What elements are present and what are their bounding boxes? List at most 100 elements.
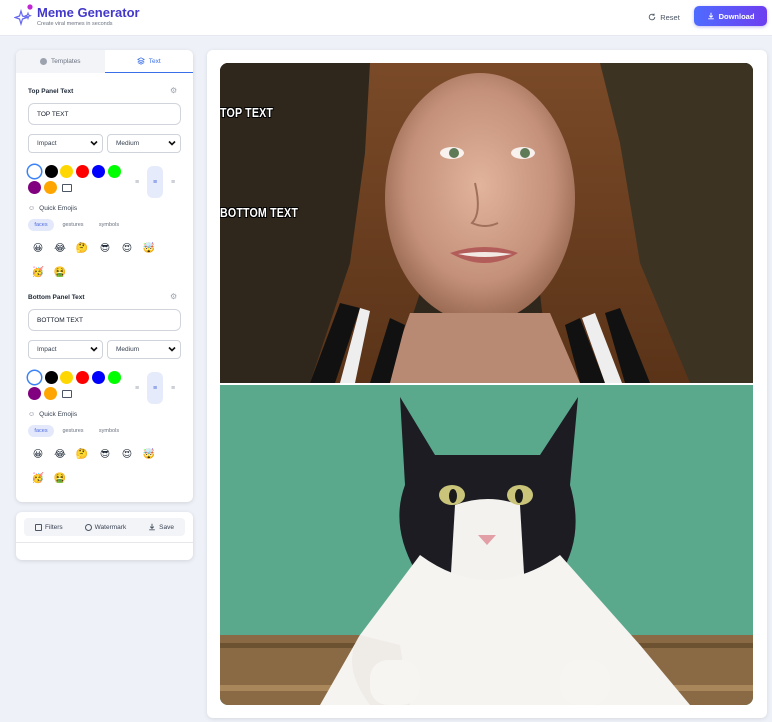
emoji-button[interactable]: 😍 — [120, 448, 134, 462]
emoji-button[interactable]: 😎 — [98, 242, 112, 256]
save-button[interactable]: Save — [148, 523, 174, 531]
bottom-panel-title: Bottom Panel Text — [28, 294, 85, 301]
layers-icon — [136, 57, 145, 65]
download-icon — [707, 12, 714, 20]
image-icon — [34, 523, 42, 531]
emoji-button[interactable]: 🥳 — [31, 266, 45, 280]
color-swatch-transparent[interactable] — [62, 390, 72, 398]
tab-text[interactable]: Text — [104, 50, 193, 73]
chevron-down-icon — [90, 346, 98, 352]
emoji-tab-faces[interactable]: faces — [28, 425, 54, 437]
emoji-button[interactable]: 🤮 — [53, 266, 67, 280]
gear-icon[interactable]: ⚙ — [170, 86, 177, 95]
filters-button[interactable]: Filters — [34, 523, 63, 531]
bottom-panel-image[interactable] — [220, 385, 753, 705]
emoji-tab-faces[interactable]: faces — [28, 219, 54, 231]
quick-emojis-label: ☺ Quick Emojis — [28, 411, 78, 418]
bottom-meme-text[interactable]: BOTTOM TEXT — [220, 205, 298, 220]
emoji-tab-symbols[interactable]: symbols — [95, 425, 123, 437]
emoji-button[interactable]: 🤔 — [75, 242, 89, 256]
droplet-icon — [84, 523, 92, 531]
emoji-button[interactable]: 🥳 — [31, 472, 45, 486]
quick-emojis-label: ☺ Quick Emojis — [28, 205, 78, 212]
top-size-value: Medium — [116, 140, 140, 147]
bottom-size-select[interactable]: Medium — [107, 340, 181, 359]
color-swatch-black[interactable] — [45, 371, 58, 384]
color-swatch-red[interactable] — [76, 165, 89, 178]
chevron-down-icon — [168, 140, 176, 146]
top-text-input[interactable] — [28, 103, 181, 125]
emoji-button[interactable]: 😀 — [31, 242, 45, 256]
top-size-select[interactable]: Medium — [107, 134, 181, 153]
color-swatch-green[interactable] — [108, 371, 121, 384]
tab-templates[interactable]: Templates — [16, 50, 105, 73]
save-label: Save — [159, 523, 174, 531]
download-icon — [149, 523, 155, 531]
emoji-tab-gestures[interactable]: gestures — [60, 425, 86, 437]
tab-templates-label: Templates — [50, 58, 81, 65]
color-swatch-gold[interactable] — [60, 371, 73, 384]
emoji-tab-symbols[interactable]: symbols — [95, 219, 123, 231]
canvas-container: TOP TEXT BOTTOM TEXT — [207, 50, 767, 718]
top-panel-section: Top Panel Text ⚙ Impact Medium ≡ ≡ ≡ ☺ Q… — [16, 86, 193, 293]
cat-photo — [220, 385, 753, 705]
align-right-icon[interactable]: ≡ — [165, 166, 181, 198]
color-swatch-blue[interactable] — [92, 371, 105, 384]
emoji-button[interactable]: 🤮 — [53, 472, 67, 486]
bottom-text-input[interactable] — [28, 309, 181, 331]
color-swatch-red[interactable] — [76, 371, 89, 384]
align-center-icon[interactable]: ≡ — [147, 372, 163, 404]
color-swatch-orange[interactable] — [44, 387, 57, 400]
top-meme-text[interactable]: TOP TEXT — [220, 105, 273, 120]
reset-button[interactable]: Reset — [642, 8, 686, 26]
top-panel-image[interactable]: TOP TEXT BOTTOM TEXT — [220, 63, 753, 383]
emoji-button[interactable]: 😀 — [31, 448, 45, 462]
template-icon — [39, 58, 47, 65]
refresh-icon — [648, 13, 656, 21]
download-label: Download — [718, 11, 755, 21]
meme-canvas[interactable]: TOP TEXT BOTTOM TEXT — [220, 63, 753, 705]
color-swatch-green[interactable] — [108, 165, 121, 178]
align-right-icon[interactable]: ≡ — [165, 372, 181, 404]
emoji-button[interactable]: 😂 — [53, 242, 67, 256]
emoji-tab-gestures[interactable]: gestures — [60, 219, 86, 231]
color-swatch-blue[interactable] — [92, 165, 105, 178]
bottom-font-select[interactable]: Impact — [28, 340, 103, 359]
chevron-down-icon — [90, 140, 98, 146]
bottom-size-value: Medium — [116, 346, 140, 353]
emoji-button[interactable]: 🤯 — [142, 448, 156, 462]
color-swatch-transparent[interactable] — [62, 184, 72, 192]
emoji-button[interactable]: 🤔 — [75, 448, 89, 462]
color-swatch-orange[interactable] — [44, 181, 57, 194]
emoji-button[interactable]: 😍 — [120, 242, 134, 256]
emoji-button[interactable]: 😂 — [53, 448, 67, 462]
align-left-icon[interactable]: ≡ — [129, 166, 145, 198]
bottom-font-value: Impact — [37, 346, 57, 353]
app-title: Meme Generator — [37, 5, 140, 20]
bottom-panel-section: Bottom Panel Text ⚙ Impact Medium ≡ ≡ ≡ … — [16, 292, 193, 499]
color-swatch-gold[interactable] — [60, 165, 73, 178]
tools-panel: Filters Watermark Save — [16, 512, 193, 560]
color-swatch-purple[interactable] — [28, 181, 41, 194]
color-swatch-white[interactable] — [28, 371, 41, 384]
smile-icon: ☺ — [28, 411, 36, 418]
color-swatch-white[interactable] — [28, 165, 41, 178]
top-font-select[interactable]: Impact — [28, 134, 103, 153]
reset-label: Reset — [660, 12, 680, 22]
align-left-icon[interactable]: ≡ — [129, 372, 145, 404]
gear-icon[interactable]: ⚙ — [170, 292, 177, 301]
align-center-icon[interactable]: ≡ — [147, 166, 163, 198]
emoji-button[interactable]: 🤯 — [142, 242, 156, 256]
watermark-button[interactable]: Watermark — [84, 523, 126, 531]
color-swatch-black[interactable] — [45, 165, 58, 178]
divider — [16, 542, 193, 543]
smile-icon: ☺ — [28, 205, 36, 212]
top-font-value: Impact — [37, 140, 57, 147]
download-button[interactable]: Download — [694, 6, 767, 26]
chevron-down-icon — [168, 346, 176, 352]
sparkles-icon — [14, 4, 33, 26]
tab-text-label: Text — [148, 57, 161, 65]
emoji-button[interactable]: 😎 — [98, 448, 112, 462]
app-subtitle: Create viral memes in seconds — [37, 21, 113, 27]
color-swatch-purple[interactable] — [28, 387, 41, 400]
